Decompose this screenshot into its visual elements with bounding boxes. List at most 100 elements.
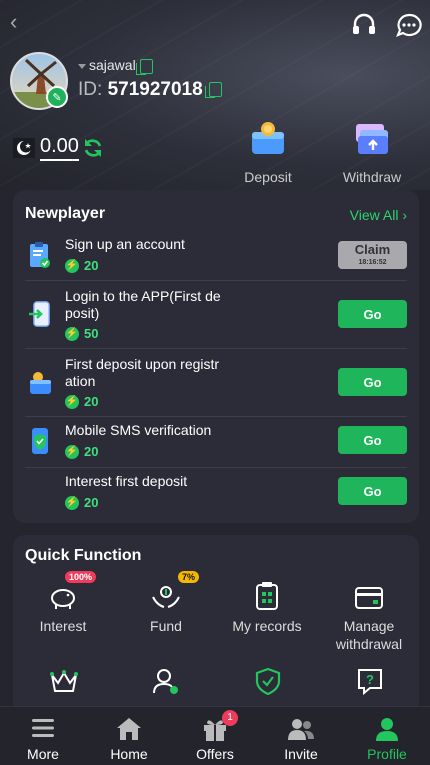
id-value: 571927018 xyxy=(107,79,203,100)
shield-check-icon[interactable] xyxy=(253,667,283,695)
task-reward: ⚡ 20 xyxy=(65,444,98,459)
reward-value: 20 xyxy=(84,495,99,510)
reward-value: 20 xyxy=(84,444,99,459)
nav-profile[interactable]: Profile xyxy=(344,707,430,765)
task-title: Login to the APP(First de posit) xyxy=(65,288,240,322)
claim-label: Claim xyxy=(354,242,391,257)
reward-value: 20 xyxy=(84,258,99,273)
nav-offers[interactable]: 1 Offers xyxy=(172,707,258,765)
profile-icon xyxy=(376,718,398,741)
wallet-icon xyxy=(30,372,51,394)
manage-withdrawal-button[interactable]: Manage withdrawal xyxy=(319,577,419,653)
nav-more[interactable]: More xyxy=(0,707,86,765)
my-records-button[interactable]: My records xyxy=(217,577,317,635)
chevron-right-icon: › xyxy=(402,207,407,223)
go-button[interactable]: Go xyxy=(338,426,407,454)
manage-line: Manage xyxy=(343,618,395,634)
nav-label: Profile xyxy=(367,746,407,762)
task-title-line: posit) xyxy=(65,305,100,321)
newplayer-card: Newplayer View All › Sign up an account … xyxy=(13,190,419,523)
task-title: Mobile SMS verification xyxy=(65,422,212,438)
deposit-button[interactable]: Deposit xyxy=(228,120,308,185)
bolt-icon: ⚡ xyxy=(65,495,79,510)
reward-value: 20 xyxy=(84,394,99,409)
phone-shield-icon xyxy=(32,428,48,454)
fund-button[interactable]: 7% Fund xyxy=(116,571,216,635)
go-button[interactable]: Go xyxy=(338,368,407,396)
crown-icon[interactable] xyxy=(49,667,79,695)
copy-id-icon[interactable] xyxy=(204,82,222,99)
nav-invite[interactable]: Invite xyxy=(258,707,344,765)
nav-label: More xyxy=(27,746,59,762)
quick-function-card: Quick Function 100% Interest 7% Fund My … xyxy=(13,535,419,725)
task-reward: ⚡ 50 xyxy=(65,326,98,341)
task-reward: ⚡ 20 xyxy=(65,495,98,510)
newplayer-title: Newplayer xyxy=(25,205,106,222)
balance-amount: 0.00 xyxy=(40,135,79,161)
username: sajawal xyxy=(78,57,153,75)
question-icon[interactable]: ? xyxy=(355,667,385,695)
my-records-label: My records xyxy=(232,618,302,634)
hands-coin-icon xyxy=(152,586,180,608)
task-reward: ⚡ 20 xyxy=(65,394,98,409)
bolt-icon: ⚡ xyxy=(65,258,79,273)
copy-username-icon[interactable] xyxy=(135,58,153,75)
quick-function-title: Quick Function xyxy=(25,547,142,564)
users-icon xyxy=(288,719,314,740)
bolt-icon: ⚡ xyxy=(65,444,79,459)
withdraw-label: Withdraw xyxy=(342,169,402,185)
bottom-nav: More Home 1 Offers Invite Profile xyxy=(0,706,430,765)
clipboard-check-icon xyxy=(30,242,50,268)
user-id: ID: 571927018 xyxy=(78,79,222,101)
interest-tag: 100% xyxy=(65,571,97,583)
refresh-icon[interactable] xyxy=(82,137,104,159)
svg-text:?: ? xyxy=(366,672,374,687)
back-icon[interactable]: ‹ xyxy=(10,10,30,34)
home-icon xyxy=(117,718,141,740)
phone-login-icon xyxy=(29,301,50,327)
interest-icon-wrap: 100% xyxy=(13,571,113,611)
view-all-link[interactable]: View All › xyxy=(350,207,407,223)
view-all-label: View All xyxy=(349,207,399,223)
piggy-bank-icon xyxy=(51,589,75,609)
task-row: First deposit upon registr ation ⚡ 20 Go xyxy=(25,348,407,417)
go-button[interactable]: Go xyxy=(338,477,407,505)
menu-icon xyxy=(32,719,54,737)
task-title: First deposit upon registr ation xyxy=(65,356,240,390)
records-icon-wrap xyxy=(217,577,317,611)
nav-home[interactable]: Home xyxy=(86,707,172,765)
nav-label: Home xyxy=(110,746,148,762)
reward-value: 50 xyxy=(84,326,99,341)
user-icon[interactable] xyxy=(151,667,181,695)
headset-icon[interactable] xyxy=(350,12,378,40)
interest-button[interactable]: 100% Interest xyxy=(13,571,113,635)
task-title-line: ation xyxy=(65,373,96,389)
records-icon xyxy=(256,582,278,610)
task-title: Interest first deposit xyxy=(65,473,188,489)
nav-label: Offers xyxy=(196,746,234,762)
edit-avatar-icon[interactable]: ✎ xyxy=(46,86,68,108)
offers-badge: 1 xyxy=(222,710,238,726)
task-title-line: Login to the APP(First de xyxy=(65,288,221,304)
fund-icon-wrap: 7% xyxy=(116,571,216,611)
manage-icon-wrap xyxy=(319,577,419,611)
claim-timer: 18:16:52 xyxy=(358,259,387,266)
nav-label: Invite xyxy=(284,746,318,762)
go-button[interactable]: Go xyxy=(338,300,407,328)
username-text: sajawal xyxy=(89,57,136,73)
task-row: Login to the APP(First de posit) ⚡ 50 Go xyxy=(25,280,407,349)
pakistan-flag-icon xyxy=(13,138,35,158)
task-row: Sign up an account ⚡ 20 Claim 18:16:52 xyxy=(25,232,407,281)
task-title: Sign up an account xyxy=(65,236,185,252)
wallet-coin-icon xyxy=(252,122,284,154)
dropdown-icon xyxy=(78,63,86,69)
claim-button[interactable]: Claim 18:16:52 xyxy=(338,241,407,269)
task-reward: ⚡ 20 xyxy=(65,258,98,273)
task-title-line: First deposit upon registr xyxy=(65,356,220,372)
cards-withdraw-icon xyxy=(356,124,388,154)
bolt-icon: ⚡ xyxy=(65,326,79,341)
chat-icon[interactable] xyxy=(395,12,423,40)
task-row: Mobile SMS verification ⚡ 20 Go xyxy=(25,416,407,468)
id-label: ID: xyxy=(78,79,103,100)
withdraw-button[interactable]: Withdraw xyxy=(332,120,412,185)
